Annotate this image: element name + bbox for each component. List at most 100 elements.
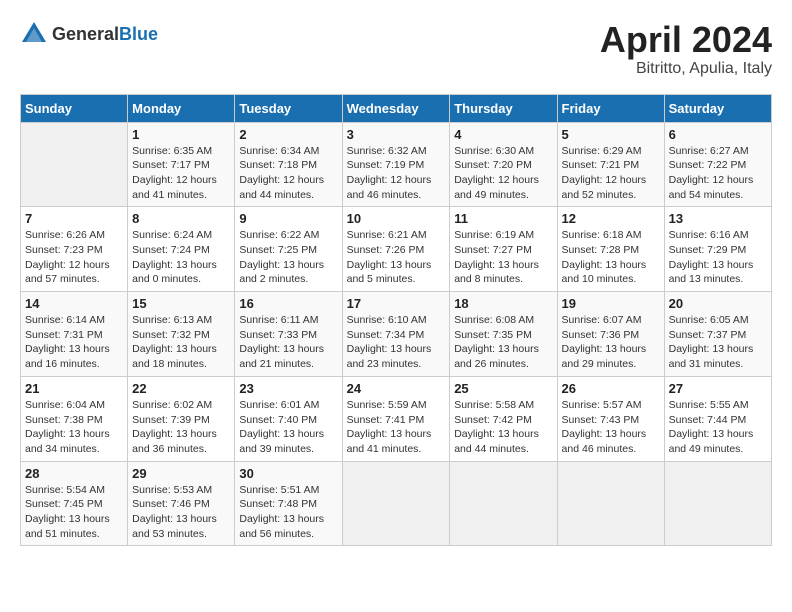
day-info: Sunrise: 5:57 AM Sunset: 7:43 PM Dayligh… bbox=[562, 398, 660, 457]
day-number: 6 bbox=[669, 127, 767, 142]
day-number: 26 bbox=[562, 381, 660, 396]
title-block: April 2024 Bitritto, Apulia, Italy bbox=[600, 20, 772, 78]
day-info: Sunrise: 6:32 AM Sunset: 7:19 PM Dayligh… bbox=[347, 144, 446, 203]
day-info: Sunrise: 6:16 AM Sunset: 7:29 PM Dayligh… bbox=[669, 228, 767, 287]
day-info: Sunrise: 6:21 AM Sunset: 7:26 PM Dayligh… bbox=[347, 228, 446, 287]
day-info: Sunrise: 6:22 AM Sunset: 7:25 PM Dayligh… bbox=[239, 228, 337, 287]
day-cell: 9 Sunrise: 6:22 AM Sunset: 7:25 PM Daylig… bbox=[235, 207, 342, 292]
week-row-5: 28Sunrise: 5:54 AM Sunset: 7:45 PM Dayli… bbox=[21, 461, 772, 546]
day-number: 1 bbox=[132, 127, 230, 142]
header-cell-tuesday: Tuesday bbox=[235, 94, 342, 122]
day-number: 22 bbox=[132, 381, 230, 396]
day-number: 2 bbox=[239, 127, 337, 142]
day-cell: 17 Sunrise: 6:10 AM Sunset: 7:34 PM Dayli… bbox=[342, 292, 450, 377]
day-cell bbox=[450, 461, 557, 546]
header-cell-sunday: Sunday bbox=[21, 94, 128, 122]
day-cell bbox=[21, 122, 128, 207]
day-cell: 19 Sunrise: 6:07 AM Sunset: 7:36 PM Dayli… bbox=[557, 292, 664, 377]
day-info: Sunrise: 5:58 AM Sunset: 7:42 PM Dayligh… bbox=[454, 398, 552, 457]
day-number: 20 bbox=[669, 296, 767, 311]
day-cell: 15Sunrise: 6:13 AM Sunset: 7:32 PM Dayli… bbox=[128, 292, 235, 377]
header-cell-monday: Monday bbox=[128, 94, 235, 122]
day-number: 17 bbox=[347, 296, 446, 311]
day-cell: 12 Sunrise: 6:18 AM Sunset: 7:28 PM Dayli… bbox=[557, 207, 664, 292]
day-number: 14 bbox=[25, 296, 123, 311]
day-cell: 2Sunrise: 6:34 AM Sunset: 7:18 PM Daylig… bbox=[235, 122, 342, 207]
day-info: Sunrise: 5:55 AM Sunset: 7:44 PM Dayligh… bbox=[669, 398, 767, 457]
week-row-1: 1 Sunrise: 6:35 AM Sunset: 7:17 PM Daylig… bbox=[21, 122, 772, 207]
day-number: 4 bbox=[454, 127, 552, 142]
day-info: Sunrise: 5:59 AM Sunset: 7:41 PM Dayligh… bbox=[347, 398, 446, 457]
day-number: 28 bbox=[25, 466, 123, 481]
day-info: Sunrise: 6:05 AM Sunset: 7:37 PM Dayligh… bbox=[669, 313, 767, 372]
day-info: Sunrise: 6:01 AM Sunset: 7:40 PM Dayligh… bbox=[239, 398, 337, 457]
day-cell: 1 Sunrise: 6:35 AM Sunset: 7:17 PM Daylig… bbox=[128, 122, 235, 207]
day-number: 16 bbox=[239, 296, 337, 311]
day-number: 5 bbox=[562, 127, 660, 142]
logo-icon bbox=[20, 20, 48, 48]
day-info: Sunrise: 5:51 AM Sunset: 7:48 PM Dayligh… bbox=[239, 483, 337, 542]
calendar-table: SundayMondayTuesdayWednesdayThursdayFrid… bbox=[20, 94, 772, 547]
day-number: 9 bbox=[239, 211, 337, 226]
day-info: Sunrise: 6:11 AM Sunset: 7:33 PM Dayligh… bbox=[239, 313, 337, 372]
header-cell-saturday: Saturday bbox=[664, 94, 771, 122]
day-cell: 21 Sunrise: 6:04 AM Sunset: 7:38 PM Dayli… bbox=[21, 376, 128, 461]
day-cell: 4 Sunrise: 6:30 AM Sunset: 7:20 PM Daylig… bbox=[450, 122, 557, 207]
day-info: Sunrise: 6:02 AM Sunset: 7:39 PM Dayligh… bbox=[132, 398, 230, 457]
day-cell: 26 Sunrise: 5:57 AM Sunset: 7:43 PM Dayli… bbox=[557, 376, 664, 461]
day-number: 30 bbox=[239, 466, 337, 481]
day-info: Sunrise: 6:24 AM Sunset: 7:24 PM Dayligh… bbox=[132, 228, 230, 287]
day-cell: 3Sunrise: 6:32 AM Sunset: 7:19 PM Daylig… bbox=[342, 122, 450, 207]
day-number: 21 bbox=[25, 381, 123, 396]
day-cell: 25 Sunrise: 5:58 AM Sunset: 7:42 PM Dayli… bbox=[450, 376, 557, 461]
day-info: Sunrise: 6:10 AM Sunset: 7:34 PM Dayligh… bbox=[347, 313, 446, 372]
header-cell-thursday: Thursday bbox=[450, 94, 557, 122]
day-cell bbox=[664, 461, 771, 546]
day-number: 29 bbox=[132, 466, 230, 481]
month-title: April 2024 bbox=[600, 20, 772, 60]
day-cell: 23 Sunrise: 6:01 AM Sunset: 7:40 PM Dayli… bbox=[235, 376, 342, 461]
day-cell bbox=[342, 461, 450, 546]
day-cell: 13 Sunrise: 6:16 AM Sunset: 7:29 PM Dayli… bbox=[664, 207, 771, 292]
logo-text-blue: Blue bbox=[119, 24, 158, 44]
week-row-4: 21 Sunrise: 6:04 AM Sunset: 7:38 PM Dayli… bbox=[21, 376, 772, 461]
day-number: 24 bbox=[347, 381, 446, 396]
day-cell: 10 Sunrise: 6:21 AM Sunset: 7:26 PM Dayli… bbox=[342, 207, 450, 292]
day-info: Sunrise: 6:07 AM Sunset: 7:36 PM Dayligh… bbox=[562, 313, 660, 372]
day-number: 25 bbox=[454, 381, 552, 396]
day-number: 13 bbox=[669, 211, 767, 226]
day-number: 11 bbox=[454, 211, 552, 226]
day-info: Sunrise: 6:35 AM Sunset: 7:17 PM Dayligh… bbox=[132, 144, 230, 203]
day-number: 8 bbox=[132, 211, 230, 226]
day-number: 10 bbox=[347, 211, 446, 226]
day-cell bbox=[557, 461, 664, 546]
logo: GeneralBlue bbox=[20, 20, 158, 48]
day-cell: 7 Sunrise: 6:26 AM Sunset: 7:23 PM Daylig… bbox=[21, 207, 128, 292]
day-cell: 30 Sunrise: 5:51 AM Sunset: 7:48 PM Dayli… bbox=[235, 461, 342, 546]
day-info: Sunrise: 6:18 AM Sunset: 7:28 PM Dayligh… bbox=[562, 228, 660, 287]
day-cell: 5Sunrise: 6:29 AM Sunset: 7:21 PM Daylig… bbox=[557, 122, 664, 207]
day-number: 7 bbox=[25, 211, 123, 226]
day-cell: 27 Sunrise: 5:55 AM Sunset: 7:44 PM Dayli… bbox=[664, 376, 771, 461]
header-cell-friday: Friday bbox=[557, 94, 664, 122]
day-number: 27 bbox=[669, 381, 767, 396]
day-cell: 14 Sunrise: 6:14 AM Sunset: 7:31 PM Dayli… bbox=[21, 292, 128, 377]
day-info: Sunrise: 6:19 AM Sunset: 7:27 PM Dayligh… bbox=[454, 228, 552, 287]
logo-text-general: General bbox=[52, 24, 119, 44]
day-info: Sunrise: 6:30 AM Sunset: 7:20 PM Dayligh… bbox=[454, 144, 552, 203]
day-cell: 11 Sunrise: 6:19 AM Sunset: 7:27 PM Dayli… bbox=[450, 207, 557, 292]
day-info: Sunrise: 6:14 AM Sunset: 7:31 PM Dayligh… bbox=[25, 313, 123, 372]
day-number: 23 bbox=[239, 381, 337, 396]
day-cell: 22 Sunrise: 6:02 AM Sunset: 7:39 PM Dayli… bbox=[128, 376, 235, 461]
day-cell: 16 Sunrise: 6:11 AM Sunset: 7:33 PM Dayli… bbox=[235, 292, 342, 377]
day-number: 18 bbox=[454, 296, 552, 311]
day-number: 12 bbox=[562, 211, 660, 226]
day-number: 19 bbox=[562, 296, 660, 311]
day-cell: 8 Sunrise: 6:24 AM Sunset: 7:24 PM Daylig… bbox=[128, 207, 235, 292]
day-cell: 24 Sunrise: 5:59 AM Sunset: 7:41 PM Dayli… bbox=[342, 376, 450, 461]
page-header: GeneralBlue April 2024 Bitritto, Apulia,… bbox=[20, 20, 772, 78]
day-cell: 6Sunrise: 6:27 AM Sunset: 7:22 PM Daylig… bbox=[664, 122, 771, 207]
day-info: Sunrise: 6:04 AM Sunset: 7:38 PM Dayligh… bbox=[25, 398, 123, 457]
day-info: Sunrise: 6:26 AM Sunset: 7:23 PM Dayligh… bbox=[25, 228, 123, 287]
day-info: Sunrise: 6:08 AM Sunset: 7:35 PM Dayligh… bbox=[454, 313, 552, 372]
